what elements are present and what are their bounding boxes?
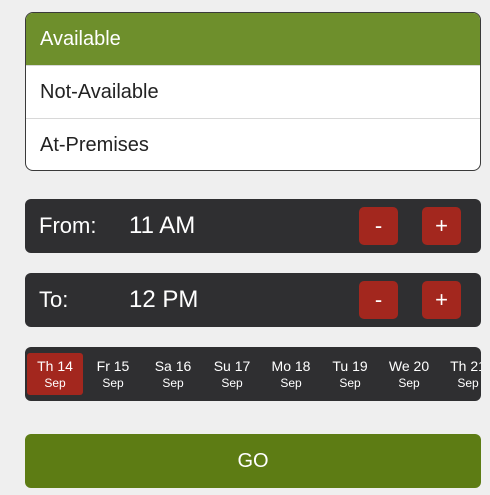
date-month-label: Sep <box>221 376 243 390</box>
go-button[interactable]: GO <box>25 434 481 488</box>
date-day-label: Th 14 <box>37 358 73 374</box>
date-option[interactable]: Mo 18 Sep <box>263 353 319 395</box>
from-time-value: 11 AM <box>129 212 196 239</box>
to-time-bar: To: 12 PM - + <box>25 273 481 327</box>
date-option[interactable]: Th 21 Sep <box>440 353 481 395</box>
status-option-not-available[interactable]: Not-Available <box>26 66 480 119</box>
date-option[interactable]: Sa 16 Sep <box>145 353 201 395</box>
status-option-at-premises[interactable]: At-Premises <box>26 119 480 170</box>
date-month-label: Sep <box>339 376 361 390</box>
date-option[interactable]: We 20 Sep <box>381 353 437 395</box>
date-day-label: We 20 <box>388 358 430 374</box>
to-label: To: <box>39 287 69 312</box>
from-decrement-button[interactable]: - <box>359 207 398 245</box>
date-month-label: Sep <box>44 376 66 390</box>
date-day-label: Th 21 <box>450 358 481 374</box>
date-option[interactable]: Su 17 Sep <box>204 353 260 395</box>
from-time-bar: From: 11 AM - + <box>25 199 481 253</box>
date-selector-strip[interactable]: Th 14 Sep Fr 15 Sep Sa 16 Sep Su 17 Sep … <box>25 347 481 401</box>
status-option-available[interactable]: Available <box>26 13 480 66</box>
date-option[interactable]: Tu 19 Sep <box>322 353 378 395</box>
date-month-label: Sep <box>280 376 302 390</box>
date-month-label: Sep <box>457 376 479 390</box>
date-option[interactable]: Th 14 Sep <box>27 353 83 395</box>
to-decrement-button[interactable]: - <box>359 281 398 319</box>
date-month-label: Sep <box>162 376 184 390</box>
date-day-label: Sa 16 <box>154 358 192 374</box>
date-option[interactable]: Fr 15 Sep <box>85 353 141 395</box>
date-day-label: Su 17 <box>213 358 251 374</box>
to-time-value: 12 PM <box>129 286 199 313</box>
availability-status-list: Available Not-Available At-Premises <box>25 12 481 171</box>
to-increment-button[interactable]: + <box>422 281 461 319</box>
date-day-label: Mo 18 <box>271 358 311 374</box>
from-increment-button[interactable]: + <box>422 207 461 245</box>
date-day-label: Fr 15 <box>96 358 130 374</box>
date-day-label: Tu 19 <box>332 358 368 374</box>
date-month-label: Sep <box>398 376 420 390</box>
from-label: From: <box>39 213 97 238</box>
date-month-label: Sep <box>102 376 124 390</box>
